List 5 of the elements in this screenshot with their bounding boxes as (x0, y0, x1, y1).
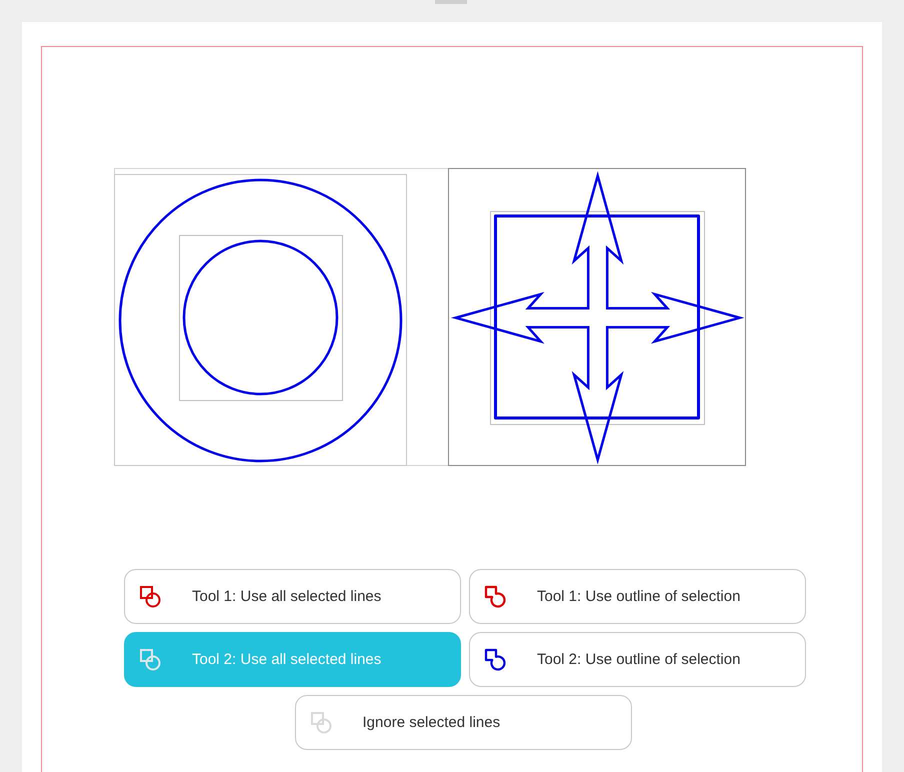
drag-handle[interactable] (435, 0, 467, 4)
option-button[interactable]: Tool 2: Use outline of selection (469, 632, 806, 687)
option-button[interactable]: Tool 1: Use outline of selection (469, 569, 806, 624)
option-button[interactable]: Ignore selected lines (294, 695, 632, 750)
option-button[interactable]: Tool 1: Use all selected lines (124, 569, 461, 624)
